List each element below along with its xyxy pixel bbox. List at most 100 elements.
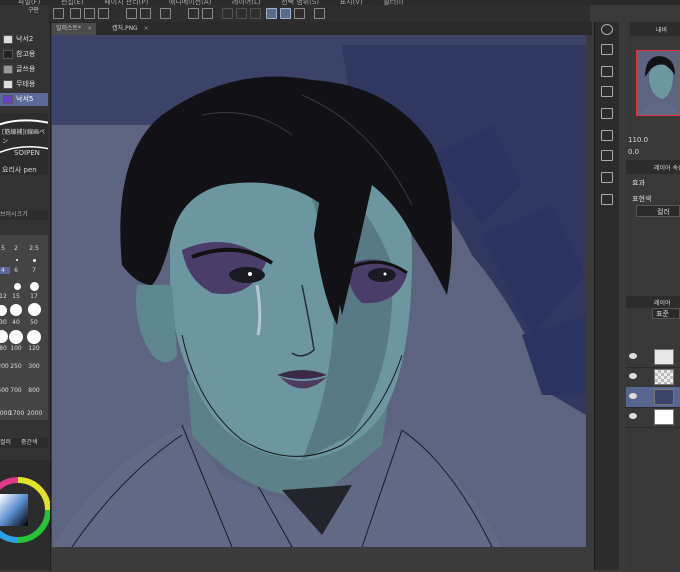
- brush-item[interactable]: 참고용: [0, 48, 48, 61]
- size-value[interactable]: 800: [27, 387, 41, 394]
- fill-icon[interactable]: [188, 8, 199, 19]
- layer-row[interactable]: [626, 367, 680, 388]
- size-dot: [16, 259, 18, 261]
- panel-icon-strip: [594, 22, 619, 570]
- material-icon[interactable]: [601, 86, 613, 97]
- close-panel-icon[interactable]: [601, 66, 613, 77]
- clear-icon[interactable]: [160, 8, 171, 19]
- tab-color[interactable]: 컬러: [0, 439, 11, 446]
- size-dot: [10, 304, 22, 316]
- brush-item-selected[interactable]: 낙서5: [0, 93, 48, 106]
- layer-thumbnail: [654, 369, 674, 385]
- grid-snap-icon[interactable]: [294, 8, 305, 19]
- blend-mode-select[interactable]: 표준: [652, 308, 680, 319]
- effect-label: 효과: [632, 179, 645, 187]
- settings-icon[interactable]: [53, 8, 64, 19]
- brush-preview: [筋線補](線画ペン SOIPEN 요리사 pen: [0, 113, 51, 175]
- navigator-icon[interactable]: [601, 24, 613, 35]
- size-dot: [14, 283, 21, 290]
- size-dot: [0, 330, 8, 343]
- size-value[interactable]: 700: [9, 387, 23, 394]
- redo-icon[interactable]: [140, 8, 151, 19]
- eye-icon[interactable]: [629, 413, 637, 419]
- size-value[interactable]: 17: [27, 293, 41, 300]
- size-value[interactable]: 7: [27, 267, 41, 274]
- expression-color-select[interactable]: 컬러: [636, 205, 680, 217]
- undo-icon[interactable]: [126, 8, 137, 19]
- open-file-icon[interactable]: [84, 8, 95, 19]
- size-value[interactable]: 2: [9, 245, 23, 252]
- size-value[interactable]: 2.5: [27, 245, 41, 252]
- size-value[interactable]: 15: [9, 293, 23, 300]
- zoom-value[interactable]: 110.0: [628, 136, 648, 144]
- brush-icon: [3, 50, 13, 59]
- brush-size-grid: 5 2 2.5 4 6 7 12 15 17 30 40 50 80 100 1…: [0, 235, 48, 420]
- transform-icon[interactable]: [202, 8, 213, 19]
- size-value[interactable]: 120: [27, 345, 41, 352]
- size-value[interactable]: 100: [9, 345, 23, 352]
- brush-item[interactable]: 무테용: [0, 78, 48, 91]
- ruler-snap-icon[interactable]: [266, 8, 277, 19]
- close-icon[interactable]: ×: [87, 25, 92, 32]
- export-icon[interactable]: [601, 194, 613, 205]
- color-wheel[interactable]: [0, 460, 51, 570]
- image-icon[interactable]: [601, 130, 613, 141]
- layer-thumbnail: [654, 409, 674, 425]
- navigator-thumbnail[interactable]: [636, 50, 680, 116]
- navigator-tab[interactable]: 내비: [656, 25, 667, 34]
- brush-preview-label: 요리사 pen: [2, 166, 37, 174]
- layer-property-header: 레이어 속성: [626, 160, 680, 174]
- layer-panel-title: 레이어: [654, 300, 671, 307]
- new-file-icon[interactable]: [70, 8, 81, 19]
- layer-row-selected[interactable]: [626, 387, 680, 408]
- sub-tool-icon[interactable]: [601, 44, 613, 55]
- expression-color-label: 표현색: [632, 195, 652, 203]
- size-dot: [30, 282, 39, 291]
- layer-row[interactable]: [626, 347, 680, 368]
- tab-illustration[interactable]: 일러스트* ×: [52, 23, 97, 35]
- save-icon[interactable]: [98, 8, 109, 19]
- size-dot: [0, 305, 7, 316]
- brush-preview-label: SOIPEN: [14, 149, 40, 157]
- eye-icon[interactable]: [629, 353, 637, 359]
- layer-thumbnail: [654, 349, 674, 365]
- brush-item[interactable]: 글쓰용: [0, 63, 48, 76]
- special-ruler-snap-icon[interactable]: [280, 8, 291, 19]
- navigator-preview-icon: [637, 51, 679, 115]
- size-value[interactable]: 250: [9, 363, 23, 370]
- select-icon[interactable]: [250, 8, 261, 19]
- close-icon[interactable]: ×: [144, 25, 149, 32]
- angle-value[interactable]: 0.0: [628, 148, 639, 156]
- document-tabs: 일러스트* × 캡처.PNG ×: [52, 22, 592, 35]
- size-value[interactable]: 1700: [9, 410, 24, 417]
- deselect-icon[interactable]: [222, 8, 233, 19]
- panel-header: 구판: [28, 7, 40, 14]
- size-dot: [9, 330, 23, 344]
- brush-icon: [3, 35, 13, 44]
- command-bar: [48, 5, 590, 23]
- layer-property-title: 레이어 속성: [654, 165, 680, 172]
- history-icon[interactable]: [601, 172, 613, 183]
- size-value[interactable]: 2000: [27, 410, 42, 417]
- drawing-canvas[interactable]: [52, 35, 586, 547]
- crop-icon[interactable]: [236, 8, 247, 19]
- tab-capture[interactable]: 캡처.PNG ×: [108, 23, 153, 35]
- eye-icon[interactable]: [629, 393, 637, 399]
- size-panel-header: 브러시크기: [0, 210, 48, 220]
- folder-icon[interactable]: [601, 108, 613, 119]
- brush-icon: [3, 65, 13, 74]
- size-dot: [33, 259, 36, 262]
- layer-row[interactable]: [626, 407, 680, 428]
- edit-icon[interactable]: [314, 8, 325, 19]
- camera-icon[interactable]: [601, 150, 613, 161]
- size-value[interactable]: 6: [9, 267, 23, 274]
- size-value[interactable]: 300: [27, 363, 41, 370]
- tab-intermediate-color[interactable]: 중간색: [21, 439, 38, 446]
- eye-icon[interactable]: [629, 373, 637, 379]
- color-tabs: 컬러 중간색: [0, 438, 48, 448]
- layer-panel-header: 레이어: [626, 296, 680, 308]
- size-value[interactable]: 40: [9, 319, 23, 326]
- brush-item[interactable]: 낙서2: [0, 33, 48, 46]
- size-dot: [27, 330, 41, 344]
- size-value[interactable]: 50: [27, 319, 41, 326]
